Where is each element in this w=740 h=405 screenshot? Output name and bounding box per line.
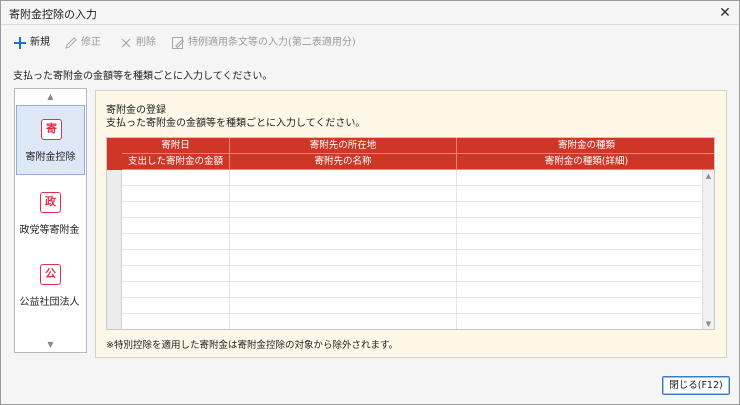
edit-button-label: 修正 xyxy=(81,37,101,48)
sidebar-item-donation-deduction[interactable]: 寄 寄附金控除 xyxy=(16,105,85,175)
row-header[interactable] xyxy=(107,186,122,202)
donation-registration-panel: 寄附金の登録 支払った寄附金の金額等を種類ごとに入力してください。 寄附日 寄附… xyxy=(95,90,727,358)
table-row[interactable] xyxy=(107,266,704,282)
category-sidebar: ▲ 寄 寄附金控除 政 政党等寄附金 公 公益社団法人 ▼ xyxy=(14,88,87,353)
table-cell[interactable] xyxy=(230,282,457,298)
delete-button-label: 削除 xyxy=(136,37,156,48)
title-bar: 寄附金控除の入力 ✕ xyxy=(1,1,739,25)
new-button-label: 新規 xyxy=(30,37,50,48)
table-header: 寄附日 寄附先の所在地 寄附金の種類 支出した寄附金の金額 寄附先の名称 寄附金… xyxy=(107,138,714,170)
table-cell[interactable] xyxy=(457,250,704,266)
table-row[interactable] xyxy=(107,218,704,234)
table-cell[interactable] xyxy=(457,314,704,329)
toolbar: 新規 修正 削除 特例適用条文等の入力(第二表適用分) xyxy=(1,26,739,59)
table-cell[interactable] xyxy=(122,266,230,282)
delete-button[interactable]: 削除 xyxy=(119,36,156,50)
column-header-donation-date[interactable]: 寄附日 xyxy=(122,138,230,154)
row-header[interactable] xyxy=(107,266,122,282)
table-row[interactable] xyxy=(107,170,704,186)
row-header[interactable] xyxy=(107,218,122,234)
column-header-recipient-name[interactable]: 寄附先の名称 xyxy=(230,154,457,170)
document-edit-icon xyxy=(172,37,185,49)
row-header[interactable] xyxy=(107,282,122,298)
table-cell[interactable] xyxy=(230,170,457,186)
table-cell[interactable] xyxy=(230,250,457,266)
sidebar-item-label: 政党等寄附金 xyxy=(19,225,80,236)
row-header[interactable] xyxy=(107,298,122,314)
table-cell[interactable] xyxy=(457,266,704,282)
dialog-window: 寄附金控除の入力 ✕ 新規 修正 削除 特例適用条文等の入力(第二表適用分) 支… xyxy=(0,0,740,405)
table-scrollbar[interactable]: ▲ ▼ xyxy=(702,170,714,329)
close-window-icon[interactable]: ✕ xyxy=(715,3,735,23)
panel-subtitle: 支払った寄附金の金額等を種類ごとに入力してください。 xyxy=(106,118,366,129)
column-header-recipient-address[interactable]: 寄附先の所在地 xyxy=(230,138,457,154)
special-provision-label: 特例適用条文等の入力(第二表適用分) xyxy=(188,37,356,48)
sidebar-item-political-donation[interactable]: 政 政党等寄附金 xyxy=(16,179,85,249)
table-row[interactable] xyxy=(107,282,704,298)
table-cell[interactable] xyxy=(457,202,704,218)
column-header-donation-type[interactable]: 寄附金の種類 xyxy=(457,138,714,154)
sidebar-item-label: 公益社団法人 xyxy=(19,297,80,308)
table-cell[interactable] xyxy=(230,218,457,234)
table-cell[interactable] xyxy=(230,234,457,250)
edit-button[interactable]: 修正 xyxy=(64,36,101,50)
table-cell[interactable] xyxy=(457,298,704,314)
special-provision-button[interactable]: 特例適用条文等の入力(第二表適用分) xyxy=(171,36,356,50)
pencil-icon xyxy=(65,37,77,49)
table-row[interactable] xyxy=(107,314,704,329)
table-cell[interactable] xyxy=(122,202,230,218)
table-cell[interactable] xyxy=(122,234,230,250)
row-header[interactable] xyxy=(107,170,122,186)
row-header[interactable] xyxy=(107,250,122,266)
table-cell[interactable] xyxy=(230,266,457,282)
scroll-up-icon[interactable]: ▲ xyxy=(15,90,86,104)
footnote-text: ※特別控除を適用した寄附金は寄附金控除の対象から除外されます。 xyxy=(106,340,399,351)
table-cell[interactable] xyxy=(457,170,704,186)
table-row[interactable] xyxy=(107,250,704,266)
scroll-down-icon[interactable]: ▼ xyxy=(15,338,86,352)
table-cell[interactable] xyxy=(122,170,230,186)
donation-table: 寄附日 寄附先の所在地 寄附金の種類 支出した寄附金の金額 寄附先の名称 寄附金… xyxy=(106,137,715,330)
column-header-amount[interactable]: 支出した寄附金の金額 xyxy=(122,154,230,170)
table-row[interactable] xyxy=(107,186,704,202)
sidebar-item-label: 寄附金控除 xyxy=(25,152,76,163)
table-cell[interactable] xyxy=(230,202,457,218)
table-cell[interactable] xyxy=(230,186,457,202)
new-button[interactable]: 新規 xyxy=(13,36,50,50)
table-cell[interactable] xyxy=(457,186,704,202)
cross-icon xyxy=(121,38,131,48)
table-cell[interactable] xyxy=(457,282,704,298)
table-cell[interactable] xyxy=(230,298,457,314)
row-header[interactable] xyxy=(107,202,122,218)
donation-badge-icon: 寄 xyxy=(41,119,62,140)
instruction-text: 支払った寄附金の金額等を種類ごとに入力してください。 xyxy=(13,71,273,82)
window-title: 寄附金控除の入力 xyxy=(9,8,97,21)
plus-icon xyxy=(14,37,26,49)
table-row[interactable] xyxy=(107,234,704,250)
scroll-up-arrow-icon[interactable]: ▲ xyxy=(703,170,714,182)
table-row[interactable] xyxy=(107,298,704,314)
table-cell[interactable] xyxy=(122,186,230,202)
table-cell[interactable] xyxy=(457,218,704,234)
table-cell[interactable] xyxy=(122,250,230,266)
table-cell[interactable] xyxy=(122,218,230,234)
table-cell[interactable] xyxy=(122,298,230,314)
table-cell[interactable] xyxy=(457,234,704,250)
row-header[interactable] xyxy=(107,314,122,329)
column-header-donation-type-detail[interactable]: 寄附金の種類(詳細) xyxy=(457,154,714,170)
sidebar-item-public-interest[interactable]: 公 公益社団法人 xyxy=(16,251,85,321)
table-cell[interactable] xyxy=(122,314,230,329)
table-row[interactable] xyxy=(107,202,704,218)
public-badge-icon: 公 xyxy=(40,264,61,285)
table-cell[interactable] xyxy=(122,282,230,298)
scroll-down-arrow-icon[interactable]: ▼ xyxy=(703,318,714,329)
table-cell[interactable] xyxy=(230,314,457,329)
close-button[interactable]: 閉じる(F12) xyxy=(662,376,730,395)
political-badge-icon: 政 xyxy=(40,192,61,213)
row-header[interactable] xyxy=(107,234,122,250)
